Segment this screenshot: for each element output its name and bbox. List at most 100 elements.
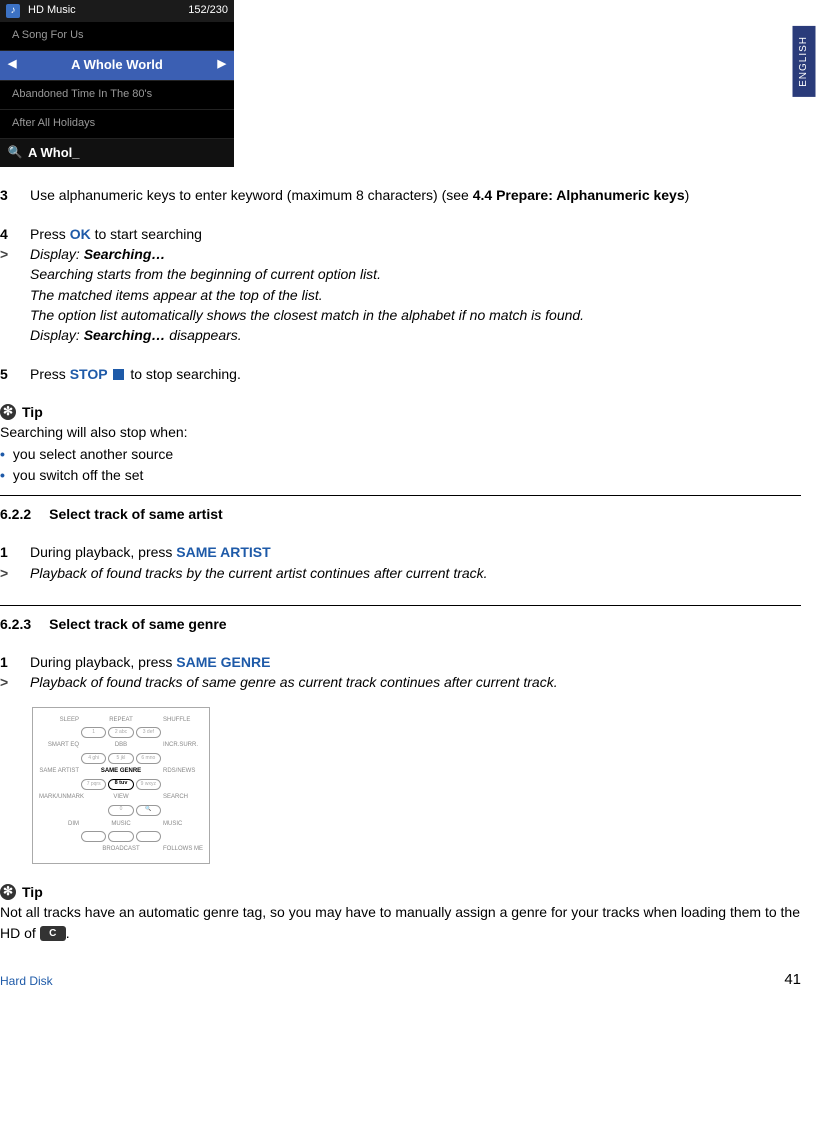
sec623-step1: 1 During playback, press SAME GENRE xyxy=(0,652,801,672)
remote-key: 3 def xyxy=(136,727,161,738)
sec622-step1-pre: During playback, press xyxy=(30,544,176,560)
selected-track-label: A Whole World xyxy=(71,56,163,75)
step3-ref: 4.4 Prepare: Alphanumeric keys xyxy=(473,187,685,203)
tip-item: you select another source xyxy=(13,444,173,464)
step-number: 3 xyxy=(0,185,18,205)
result-line: The option list automatically shows the … xyxy=(30,305,801,325)
remote-key: 1 xyxy=(81,727,106,738)
section-heading-622: 6.2.2 Select track of same artist xyxy=(0,504,801,524)
chevron-right-icon: ▶ xyxy=(218,57,226,73)
tip-item: you switch off the set xyxy=(13,465,143,485)
list-item: Abandoned Time In The 80's xyxy=(0,81,234,110)
remote-key: 0 xyxy=(108,805,133,816)
step-3: 3 Use alphanumeric keys to enter keyword… xyxy=(0,185,801,205)
remote-key-search: 🔍 xyxy=(136,805,161,816)
remote-label: REPEAT xyxy=(81,716,161,725)
step4-pre: Press xyxy=(30,226,70,242)
sec622-result-text: Playback of found tracks by the current … xyxy=(30,563,801,583)
remote-key xyxy=(108,831,133,842)
section-heading-623: 6.2.3 Select track of same genre xyxy=(0,614,801,634)
remote-label: MUSIC xyxy=(163,820,203,829)
remote-key: 6 mno xyxy=(136,753,161,764)
remote-label: SHUFFLE xyxy=(163,716,203,725)
remote-label: SMART EQ xyxy=(39,741,79,750)
section-title: Select track of same artist xyxy=(49,504,223,524)
footer-page-number: 41 xyxy=(784,969,801,991)
remote-key xyxy=(81,831,106,842)
sec623-result: > Playback of found tracks of same genre… xyxy=(0,672,801,692)
device-header: ♪ HD Music 152/230 xyxy=(0,0,234,22)
section-divider xyxy=(0,495,801,496)
remote-label: MUSIC xyxy=(81,820,161,829)
center-badge: C xyxy=(40,926,66,941)
tip2-pre: Not all tracks have an automatic genre t… xyxy=(0,904,800,940)
tip-label: Tip xyxy=(22,882,43,902)
sec623-step1-pre: During playback, press xyxy=(30,654,176,670)
result-marker: > xyxy=(0,563,18,583)
remote-key: 2 abc xyxy=(108,727,133,738)
device-track-count: 152/230 xyxy=(188,3,228,19)
tip-header: ✻ Tip xyxy=(0,882,801,902)
step-4: 4 Press OK to start searching xyxy=(0,224,801,244)
footer-section: Hard Disk xyxy=(0,973,53,990)
remote-label: DIM xyxy=(39,820,79,829)
remote-label: DBB xyxy=(81,741,161,750)
remote-key xyxy=(136,831,161,842)
step5-pre: Press xyxy=(30,366,70,382)
stop-icon xyxy=(113,369,124,380)
display-value: Searching… xyxy=(84,327,166,343)
tip-intro: Searching will also stop when: xyxy=(0,422,801,442)
step-4-result: > Display: Searching… Searching starts f… xyxy=(0,244,801,345)
result-marker: > xyxy=(0,672,18,692)
tip2-post: . xyxy=(66,925,70,941)
result-line: Searching starts from the beginning of c… xyxy=(30,264,801,284)
step5-post: to stop searching. xyxy=(130,366,241,382)
result-line: The matched items appear at the top of t… xyxy=(30,285,801,305)
section-divider xyxy=(0,605,801,606)
same-artist-button-label: SAME ARTIST xyxy=(176,544,270,560)
bullet-dot: • xyxy=(0,444,5,464)
device-search-text: A Whol_ xyxy=(28,144,80,163)
remote-key: 5 jkl xyxy=(108,753,133,764)
step3-post: ) xyxy=(685,187,690,203)
result-marker: > xyxy=(0,244,18,345)
step3-text: Use alphanumeric keys to enter keyword (… xyxy=(30,187,473,203)
remote-label: SAME ARTIST xyxy=(39,767,79,776)
step-5: 5 Press STOP to stop searching. xyxy=(0,364,801,384)
display-label: Display: xyxy=(30,327,84,343)
search-icon: 🔍 xyxy=(8,146,22,160)
sec622-step1: 1 During playback, press SAME ARTIST xyxy=(0,542,801,562)
language-tab: ENGLISH xyxy=(793,26,816,97)
sec623-result-text: Playback of found tracks of same genre a… xyxy=(30,672,801,692)
remote-key: 7 pqrs xyxy=(81,779,106,790)
remote-label: SEARCH xyxy=(163,793,203,802)
remote-key: 4 ghi xyxy=(81,753,106,764)
result-line-post: disappears. xyxy=(165,327,241,343)
device-header-label: HD Music xyxy=(28,3,76,19)
remote-diagram: SLEEP REPEAT SHUFFLE 1 2 abc 3 def SMART… xyxy=(32,707,210,864)
tip-icon: ✻ xyxy=(0,884,16,900)
remote-label: RDS/NEWS xyxy=(163,767,203,776)
step-number: 4 xyxy=(0,224,18,244)
remote-key-highlight: 8 tuv xyxy=(108,779,133,790)
page-footer: Hard Disk 41 xyxy=(0,969,801,991)
sec622-result: > Playback of found tracks by the curren… xyxy=(0,563,801,583)
remote-key: 9 wxyz xyxy=(136,779,161,790)
remote-label: SLEEP xyxy=(39,716,79,725)
remote-label: BROADCAST xyxy=(81,845,161,854)
step-number: 1 xyxy=(0,652,18,672)
step-number: 1 xyxy=(0,542,18,562)
remote-label-highlight: SAME GENRE xyxy=(81,767,161,776)
tip-header: ✻ Tip xyxy=(0,402,801,422)
section-number: 6.2.2 xyxy=(0,504,31,524)
same-genre-button-label: SAME GENRE xyxy=(176,654,270,670)
step4-post: to start searching xyxy=(91,226,202,242)
stop-button-label: STOP xyxy=(70,366,108,382)
remote-label: MARK/UNMARK xyxy=(39,793,79,802)
section-number: 6.2.3 xyxy=(0,614,31,634)
list-item: A Song For Us xyxy=(0,22,234,51)
chevron-left-icon: ◀ xyxy=(8,57,16,73)
device-search-row: 🔍 A Whol_ xyxy=(0,139,234,168)
section-title: Select track of same genre xyxy=(49,614,226,634)
remote-label: FOLLOWS ME xyxy=(163,845,203,854)
